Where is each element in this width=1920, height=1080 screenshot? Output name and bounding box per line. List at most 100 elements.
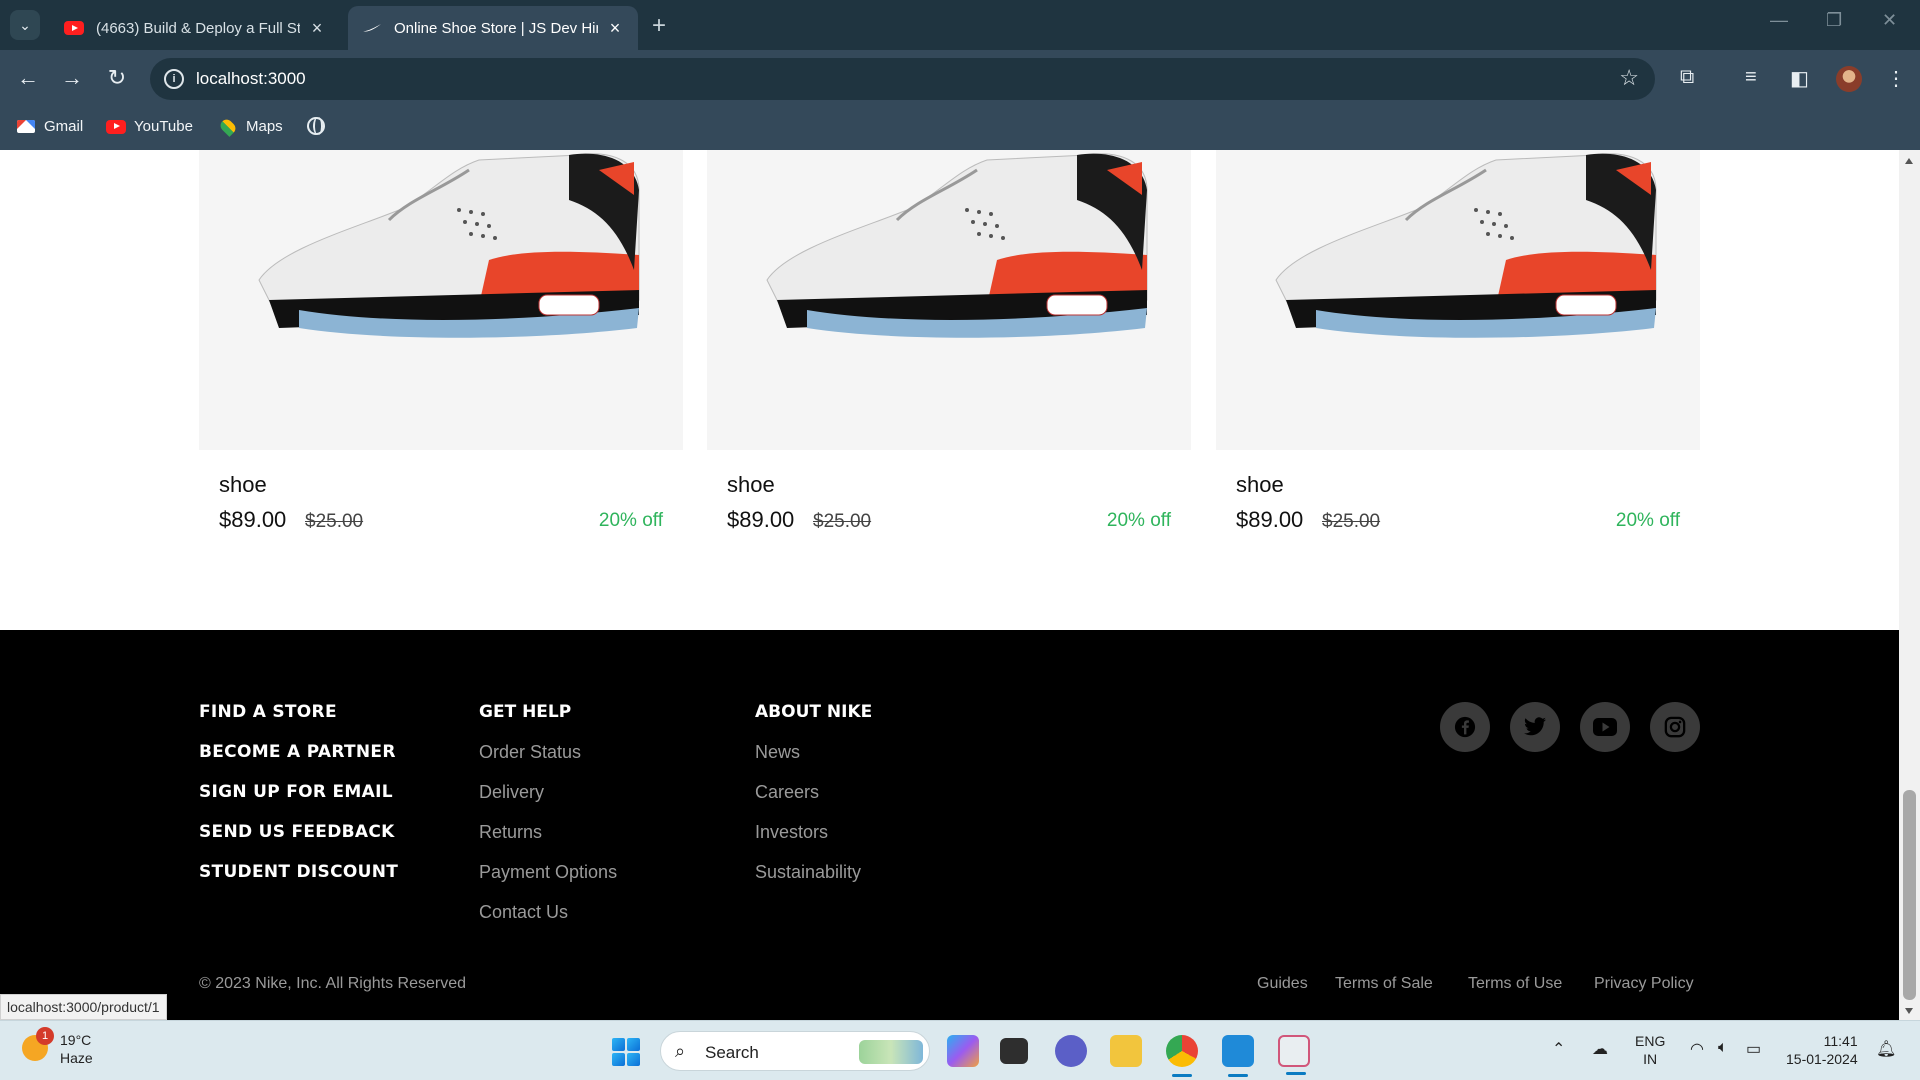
address-bar[interactable]: i localhost:3000 ☆ <box>150 58 1655 100</box>
profile-avatar[interactable] <box>1836 66 1862 92</box>
footer-link-returns[interactable]: Returns <box>479 822 617 862</box>
battery-icon[interactable]: ▭ <box>1746 1039 1761 1059</box>
product-name[interactable]: shoe <box>1236 472 1284 498</box>
footer-main-links: FIND A STORE BECOME A PARTNER SIGN UP FO… <box>199 702 398 902</box>
product-image[interactable] <box>1216 150 1700 450</box>
weather-widget[interactable]: 1 19°C Haze <box>22 1027 93 1067</box>
search-highlight-image <box>859 1040 923 1064</box>
product-price: $89.00 <box>219 507 287 532</box>
reload-icon[interactable]: ↻ <box>103 65 131 91</box>
windows-start-icon[interactable] <box>612 1038 640 1066</box>
footer-link-guides[interactable]: Guides <box>1257 975 1308 993</box>
globe-icon <box>306 117 326 135</box>
footer-link-privacy-policy[interactable]: Privacy Policy <box>1594 975 1694 993</box>
footer-link-signup-email[interactable]: SIGN UP FOR EMAIL <box>199 782 398 822</box>
minimize-icon[interactable]: — <box>1770 10 1788 31</box>
side-panel-icon[interactable]: ◧ <box>1790 66 1809 91</box>
tab-youtube[interactable]: (4663) Build & Deploy a Full Sta × <box>50 6 340 50</box>
system-clock[interactable]: 11:41 15-01-2024 <box>1786 1032 1858 1068</box>
scroll-down-icon[interactable] <box>1905 1008 1913 1014</box>
site-footer: FIND A STORE BECOME A PARTNER SIGN UP FO… <box>0 630 1899 1020</box>
weather-condition: Haze <box>60 1050 93 1066</box>
bookmark-gmail[interactable]: Gmail <box>16 118 83 135</box>
close-tab-icon[interactable]: × <box>606 18 624 39</box>
footer-get-help: GET HELP Order Status Delivery Returns P… <box>479 702 617 942</box>
facebook-icon[interactable] <box>1440 702 1490 752</box>
teams-chat-icon[interactable] <box>1055 1035 1087 1067</box>
page-scrollbar[interactable] <box>1899 150 1920 1020</box>
product-card[interactable]: shoe $89.00 $25.00 20% off <box>707 150 1191 532</box>
link-status-tooltip: localhost:3000/product/1 <box>0 994 167 1020</box>
instagram-icon[interactable] <box>1650 702 1700 752</box>
product-image[interactable] <box>199 150 683 450</box>
show-hidden-icons-icon[interactable]: ⌃ <box>1552 1039 1565 1059</box>
footer-link-order-status[interactable]: Order Status <box>479 742 617 782</box>
bookmark-label: Gmail <box>44 118 84 135</box>
footer-link-news[interactable]: News <box>755 742 872 782</box>
clock-date: 15-01-2024 <box>1786 1051 1858 1067</box>
media-control-icon[interactable]: ≡ <box>1745 66 1757 89</box>
footer-link-become-partner[interactable]: BECOME A PARTNER <box>199 742 398 782</box>
file-explorer-icon[interactable] <box>1110 1035 1142 1067</box>
footer-heading-get-help[interactable]: GET HELP <box>479 702 617 742</box>
twitter-icon[interactable] <box>1510 702 1560 752</box>
close-tab-icon[interactable]: × <box>308 18 326 39</box>
product-card[interactable]: shoe $89.00 $25.00 20% off <box>1216 150 1700 532</box>
restore-icon[interactable]: ❐ <box>1826 10 1842 31</box>
product-image[interactable] <box>707 150 1191 450</box>
bookmark-youtube[interactable]: YouTube <box>106 118 193 135</box>
close-window-icon[interactable]: ✕ <box>1882 10 1897 31</box>
language-indicator[interactable]: ENG IN <box>1635 1032 1665 1068</box>
footer-link-send-feedback[interactable]: SEND US FEEDBACK <box>199 822 398 862</box>
bookmark-maps[interactable]: Maps <box>218 116 283 137</box>
footer-link-careers[interactable]: Careers <box>755 782 872 822</box>
product-price: $89.00 <box>1236 507 1304 532</box>
footer-link-delivery[interactable]: Delivery <box>479 782 617 822</box>
footer-link-terms-of-sale[interactable]: Terms of Sale <box>1335 975 1433 993</box>
tab-title: Online Shoe Store | JS Dev Hind <box>394 19 598 37</box>
windows-taskbar: 1 19°C Haze ⌕ Search ⌃ ☁ ENG IN ◠ 🔈︎ ▭ 1… <box>0 1020 1920 1080</box>
tab-search-chevron-icon[interactable]: ⌄ <box>10 10 40 40</box>
product-name[interactable]: shoe <box>727 472 775 498</box>
footer-link-find-store[interactable]: FIND A STORE <box>199 702 398 742</box>
notifications-icon[interactable]: 🔔︎ <box>1876 1039 1896 1059</box>
scroll-up-icon[interactable] <box>1905 158 1913 164</box>
new-tab-button[interactable]: + <box>652 12 666 40</box>
task-view-icon[interactable] <box>1000 1038 1028 1064</box>
footer-link-student-discount[interactable]: STUDENT DISCOUNT <box>199 862 398 902</box>
language-code: ENG <box>1635 1033 1666 1049</box>
nike-swoosh-icon <box>362 21 382 35</box>
product-name[interactable]: shoe <box>219 472 267 498</box>
footer-heading-about[interactable]: ABOUT NIKE <box>755 702 872 742</box>
bookmark-label: YouTube <box>134 118 193 135</box>
bookmark-star-icon[interactable]: ☆ <box>1619 65 1639 91</box>
snipping-tool-icon[interactable] <box>1278 1035 1310 1075</box>
footer-link-sustainability[interactable]: Sustainability <box>755 862 872 902</box>
footer-link-payment-options[interactable]: Payment Options <box>479 862 617 902</box>
footer-link-contact-us[interactable]: Contact Us <box>479 902 617 942</box>
product-card[interactable]: shoe $89.00 $25.00 20% off <box>199 150 683 532</box>
taskbar-search[interactable]: ⌕ Search <box>660 1031 930 1071</box>
product-discount: 20% off <box>1615 510 1680 531</box>
onedrive-cloud-icon[interactable]: ☁ <box>1592 1039 1608 1059</box>
footer-link-investors[interactable]: Investors <box>755 822 872 862</box>
site-info-icon[interactable]: i <box>164 69 184 89</box>
volume-icon[interactable]: 🔈︎ <box>1718 1039 1728 1057</box>
scroll-thumb[interactable] <box>1903 790 1916 1000</box>
bookmark-globe[interactable] <box>306 117 334 135</box>
shoe-image <box>258 153 640 338</box>
url-text[interactable]: localhost:3000 <box>196 69 306 89</box>
forward-icon[interactable]: → <box>58 65 86 91</box>
tab-shoe-store[interactable]: Online Shoe Store | JS Dev Hind × <box>348 6 638 50</box>
menu-icon[interactable]: ⋮ <box>1886 66 1906 91</box>
product-original-price: $25.00 <box>305 511 364 532</box>
youtube-icon[interactable] <box>1580 702 1630 752</box>
youtube-icon <box>106 119 126 135</box>
chrome-icon[interactable] <box>1166 1035 1198 1077</box>
footer-link-terms-of-use[interactable]: Terms of Use <box>1468 975 1562 993</box>
wifi-icon[interactable]: ◠ <box>1690 1039 1704 1059</box>
back-icon[interactable]: ← <box>14 65 42 91</box>
copilot-icon[interactable] <box>947 1035 979 1067</box>
extensions-icon[interactable]: ⧉ <box>1680 66 1694 89</box>
vscode-icon[interactable] <box>1222 1035 1254 1077</box>
